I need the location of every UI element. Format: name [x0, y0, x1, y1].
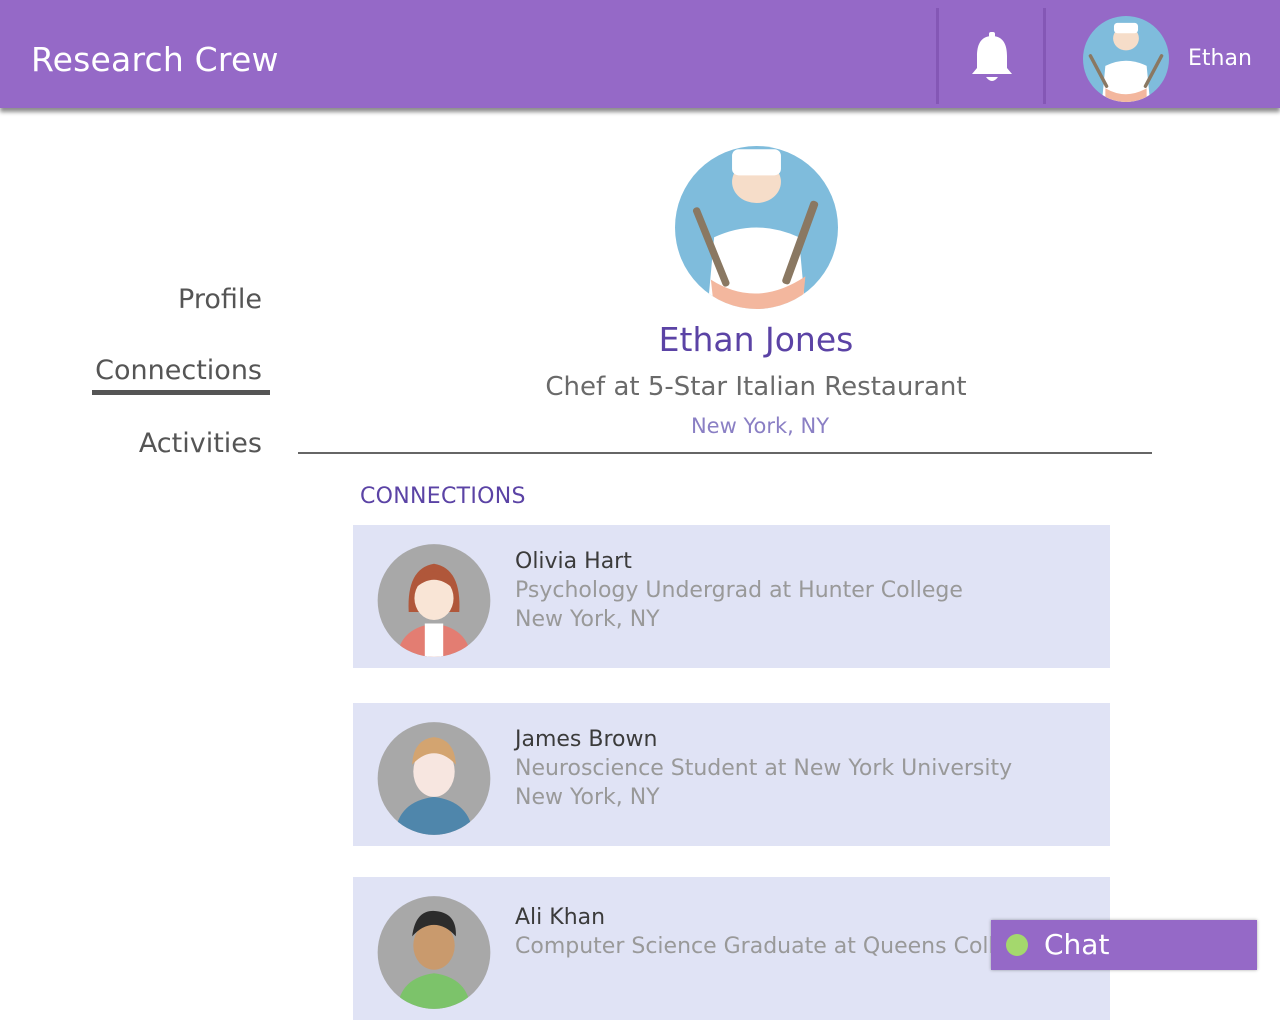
- connection-name[interactable]: James Brown: [515, 727, 657, 752]
- chat-label[interactable]: Chat: [1044, 928, 1109, 961]
- user-name[interactable]: Ethan: [1188, 46, 1252, 71]
- connection-name[interactable]: Olivia Hart: [515, 549, 632, 574]
- nav-profile[interactable]: Profile: [178, 284, 262, 315]
- nav-connections[interactable]: Connections: [95, 355, 262, 386]
- nav-activities[interactable]: Activities: [139, 428, 262, 459]
- connection-location: New York, NY: [515, 785, 660, 810]
- connection-location: New York, NY: [515, 607, 660, 632]
- app-title[interactable]: Research Crew: [31, 40, 279, 79]
- connection-avatar: [377, 722, 491, 835]
- header-divider: [936, 8, 939, 104]
- profile-location: New York, NY: [690, 414, 830, 438]
- chat-dock[interactable]: Chat: [991, 920, 1257, 970]
- bell-icon[interactable]: [968, 30, 1016, 86]
- connection-name[interactable]: Ali Khan: [515, 905, 605, 930]
- connection-role: Psychology Undergrad at Hunter College: [515, 578, 963, 603]
- connection-avatar: [377, 544, 491, 657]
- active-nav-indicator: [92, 390, 270, 395]
- top-bar: Research Crew Ethan: [0, 0, 1280, 108]
- connection-card[interactable]: Olivia Hart Psychology Undergrad at Hunt…: [353, 525, 1110, 668]
- connection-avatar: [377, 896, 491, 1009]
- user-avatar[interactable]: [1083, 16, 1169, 102]
- connection-role: Neuroscience Student at New York Univers…: [515, 756, 1013, 781]
- online-status-indicator: [1006, 934, 1028, 956]
- connections-heading: CONNECTIONS: [360, 484, 526, 509]
- connection-card[interactable]: James Brown Neuroscience Student at New …: [353, 703, 1110, 846]
- profile-title: Chef at 5-Star Italian Restaurant: [545, 372, 967, 402]
- profile-name: Ethan Jones: [658, 320, 854, 359]
- connection-role: Computer Science Graduate at Queens Coll…: [515, 934, 1036, 959]
- header-divider: [1043, 8, 1046, 104]
- section-divider: [298, 452, 1152, 454]
- profile-avatar: [675, 146, 838, 309]
